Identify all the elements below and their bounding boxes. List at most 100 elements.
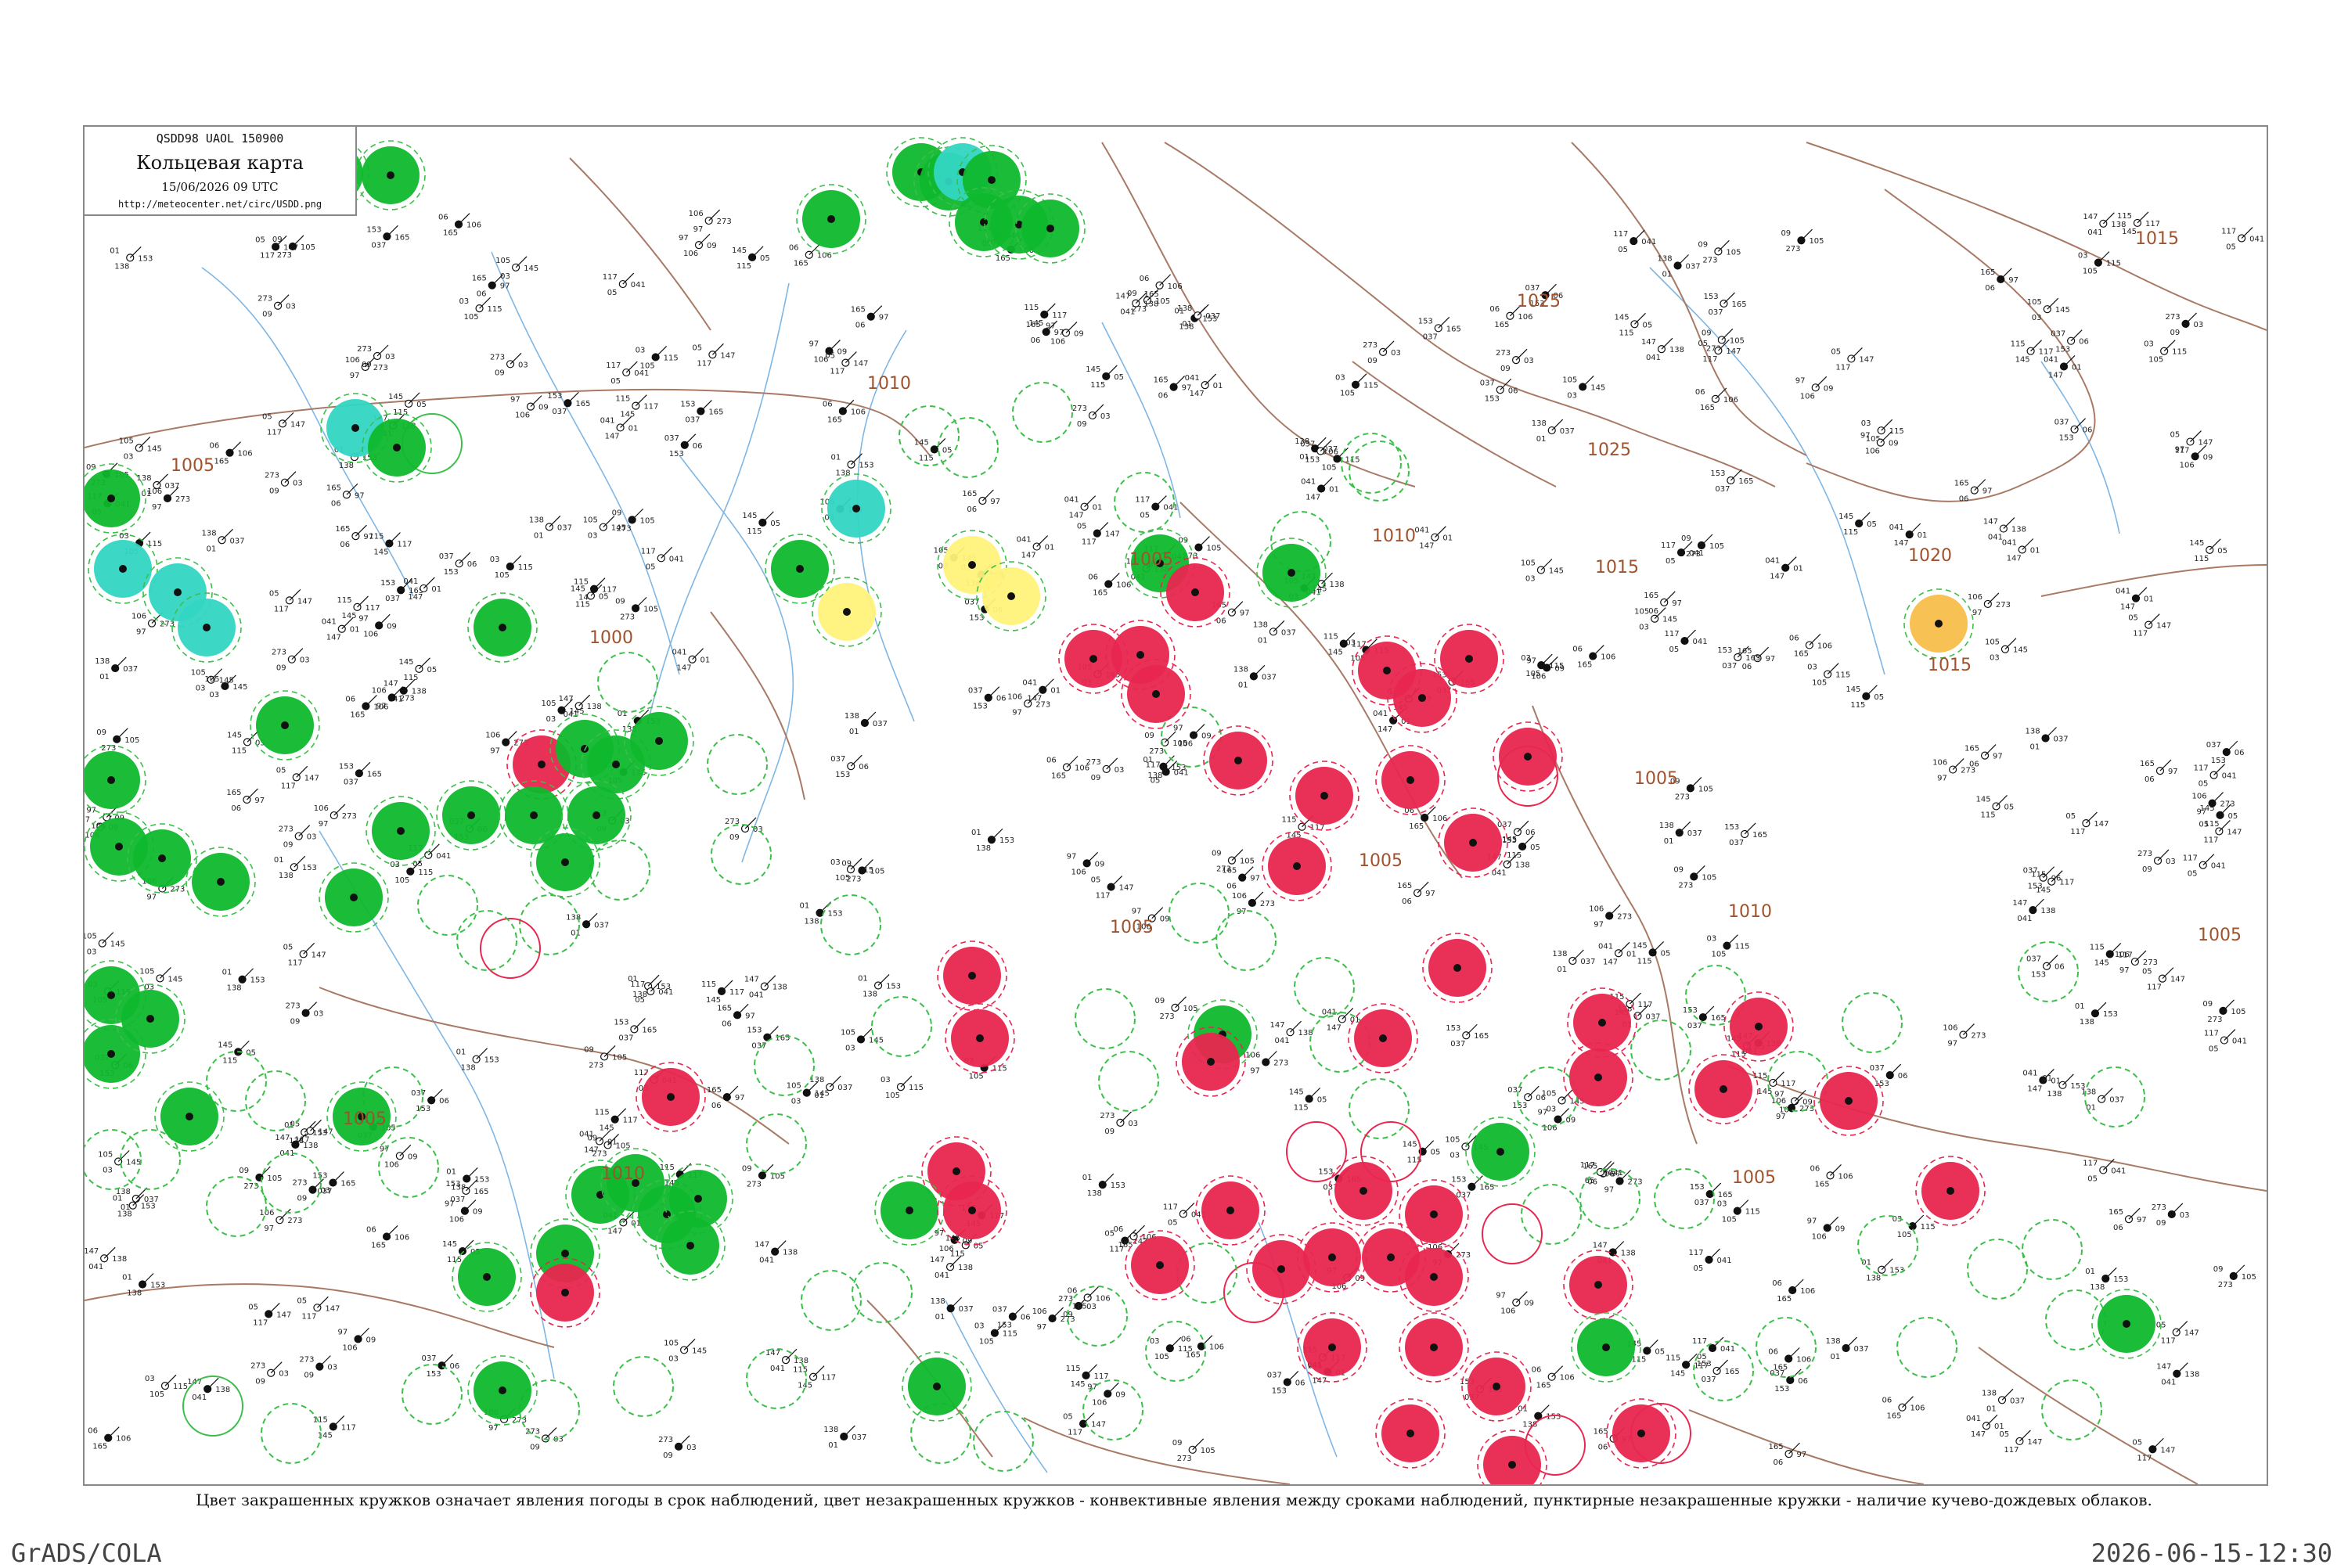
station-plot: 97 09 106	[1046, 321, 1084, 346]
svg-text:147: 147	[1105, 530, 1120, 539]
svg-text:106: 106	[147, 487, 162, 496]
svg-text:273: 273	[1678, 881, 1693, 890]
svg-text:06: 06	[2054, 963, 2065, 972]
station-plot: 01 153 138	[858, 974, 901, 998]
svg-text:041: 041	[1017, 536, 1032, 545]
svg-text:147: 147	[275, 1134, 290, 1142]
svg-text:09: 09	[1367, 357, 1377, 365]
svg-text:117: 117	[1613, 230, 1628, 239]
isobar-line	[1164, 142, 1776, 487]
station-plot: 138 037 01	[823, 1425, 866, 1450]
svg-text:106: 106	[1800, 1287, 1815, 1296]
svg-text:145: 145	[2036, 886, 2051, 895]
svg-text:115: 115	[418, 869, 433, 877]
svg-text:117: 117	[1096, 892, 1111, 901]
svg-text:115: 115	[1850, 701, 1865, 710]
svg-text:09: 09	[1702, 329, 1712, 337]
station-plot: 115 117 145	[2090, 942, 2133, 967]
svg-text:117: 117	[2059, 879, 2074, 887]
svg-text:145: 145	[341, 612, 356, 620]
svg-text:037: 037	[2206, 741, 2221, 750]
svg-text:06: 06	[1508, 387, 1518, 395]
svg-text:97: 97	[488, 1424, 499, 1433]
svg-text:05: 05	[2199, 820, 2209, 829]
svg-text:01: 01	[1918, 531, 1928, 540]
svg-text:03: 03	[1335, 374, 1345, 383]
svg-text:273: 273	[1072, 405, 1087, 413]
svg-text:97: 97	[1860, 432, 1871, 441]
svg-text:041: 041	[669, 555, 684, 563]
svg-text:06: 06	[1021, 1314, 1031, 1322]
svg-text:105: 105	[394, 876, 409, 885]
svg-text:153: 153	[1774, 1385, 1789, 1394]
svg-text:115: 115	[1619, 329, 1633, 337]
svg-text:147: 147	[1419, 542, 1434, 551]
svg-text:037: 037	[1694, 1199, 1709, 1207]
map-url[interactable]: http://meteocenter.net/circ/USDD.png	[85, 199, 355, 210]
svg-text:03: 03	[2078, 252, 2088, 261]
station-plot: 106 273 97	[689, 209, 732, 234]
svg-text:05: 05	[427, 666, 437, 674]
svg-text:97: 97	[1766, 655, 1776, 664]
svg-text:115: 115	[701, 980, 716, 989]
svg-text:09: 09	[1077, 420, 1087, 429]
station-filled-circle	[1289, 761, 1359, 831]
svg-text:03: 03	[974, 1322, 985, 1331]
station-plot: 147138041	[187, 1377, 230, 1402]
station-plot: 97 09 106	[2175, 444, 2213, 469]
svg-text:165: 165	[1738, 477, 1753, 486]
svg-text:145: 145	[373, 548, 388, 557]
svg-text:147: 147	[297, 597, 312, 606]
svg-text:01: 01	[1050, 687, 1061, 696]
station-plot: 037 06 153	[830, 754, 869, 779]
svg-text:106: 106	[1865, 448, 1880, 456]
svg-text:147: 147	[2160, 1446, 2175, 1455]
station-plot: 147138041	[744, 975, 787, 1000]
svg-text:273: 273	[1160, 1012, 1175, 1021]
svg-text:147: 147	[1593, 1241, 1608, 1250]
svg-text:041: 041	[2161, 1379, 2176, 1387]
station-outline-circle	[1521, 1184, 1582, 1245]
svg-text:041: 041	[749, 991, 764, 1000]
svg-text:273: 273	[287, 1217, 302, 1225]
svg-text:06: 06	[1489, 305, 1500, 314]
svg-text:117: 117	[2133, 630, 2148, 638]
svg-text:106: 106	[1092, 1398, 1107, 1407]
footer-timestamp: 2026-06-15-12:30	[2091, 1538, 2332, 1568]
svg-text:117: 117	[2204, 1030, 2219, 1038]
svg-text:105: 105	[2148, 356, 2163, 365]
bulletin-code: QSDD98 UAOL 150900	[156, 131, 284, 146]
station-plot: 01 153 138	[1082, 1173, 1125, 1198]
svg-text:97: 97	[1132, 908, 1142, 916]
station-outline-circle	[417, 875, 478, 936]
svg-text:106: 106	[1071, 868, 1086, 876]
station-outline-circle	[456, 910, 517, 971]
svg-text:165: 165	[1725, 1368, 1740, 1376]
svg-text:97: 97	[1604, 1186, 1615, 1195]
svg-text:97: 97	[1240, 610, 1250, 618]
svg-text:06: 06	[1226, 883, 1237, 891]
station-plot: 14505115	[1403, 1140, 1440, 1165]
svg-text:037: 037	[837, 1084, 852, 1092]
station-plot: 01 153 138	[2075, 1002, 2118, 1027]
svg-text:09: 09	[1566, 1117, 1576, 1125]
station-filled-circle	[452, 1242, 522, 1312]
svg-text:09: 09	[1500, 365, 1511, 373]
svg-text:03: 03	[1717, 1200, 1727, 1209]
station-plot: 117 041 05	[2183, 854, 2226, 879]
svg-text:106: 106	[1812, 1232, 1827, 1241]
svg-text:09: 09	[2213, 1265, 2224, 1274]
svg-text:041: 041	[1717, 1257, 1732, 1265]
station-plot: 273 03 09	[2137, 849, 2176, 874]
station-filled-circle	[796, 184, 866, 254]
svg-text:105: 105	[542, 699, 556, 708]
svg-text:105: 105	[870, 868, 884, 876]
svg-text:06: 06	[1046, 757, 1057, 765]
station-plot: 05 147 117	[2065, 811, 2109, 836]
station-filled-circle	[1606, 1398, 1676, 1469]
svg-text:037: 037	[664, 434, 679, 443]
station-filled-circle	[355, 140, 426, 210]
svg-text:037: 037	[1715, 485, 1730, 494]
svg-text:09: 09	[1212, 850, 1222, 858]
station-plot: 03 115 105	[145, 1374, 188, 1399]
